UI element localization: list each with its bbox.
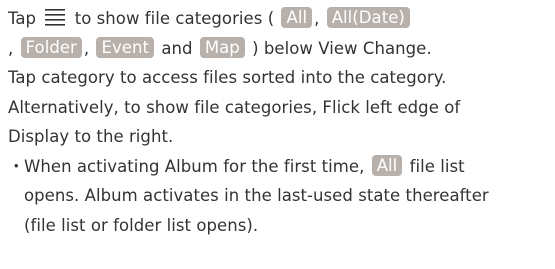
note-first-time-text: When activating Album for the first time… [24, 156, 365, 176]
comma-text: , [83, 38, 90, 58]
show-categories-text: to show file categories ( [74, 9, 275, 28]
document-body: Tap to show file categories ( All, All(D… [8, 4, 553, 240]
folder-category-chip: Folder [20, 36, 82, 58]
file-list-text: file list [409, 156, 465, 176]
note-bullet: ・ [8, 156, 25, 176]
menu-icon [44, 8, 66, 26]
below-view-change-text: ) below View Change. [252, 38, 432, 58]
instruction-line-1: Tap category to access files sorted into… [8, 68, 447, 87]
map-category-chip: Map [199, 36, 245, 58]
all-category-chip: All [281, 7, 313, 28]
note-line-1: ・When activating Album for the first tim… [8, 152, 553, 182]
intro-line-1: Tap to show file categories ( All, All(D… [8, 4, 553, 34]
note-line-3: (file list or folder list opens). [24, 215, 259, 235]
instruction-line-2: Alternatively, to show file categories, … [8, 97, 461, 117]
intro-line-2: , Folder, Event and Map ) below View Cha… [8, 34, 553, 64]
instruction-line-3: Display to the right. [8, 127, 174, 146]
leading-comma-text: , [8, 38, 14, 58]
tap-text: Tap [8, 9, 37, 28]
all-date-category-chip: All(Date) [326, 7, 410, 28]
comma-text: , [314, 9, 320, 28]
all-category-chip: All [371, 154, 403, 176]
event-category-chip: Event [96, 36, 155, 58]
note-line-2: opens. Album activates in the last-used … [24, 186, 489, 205]
and-text: and [161, 38, 193, 58]
